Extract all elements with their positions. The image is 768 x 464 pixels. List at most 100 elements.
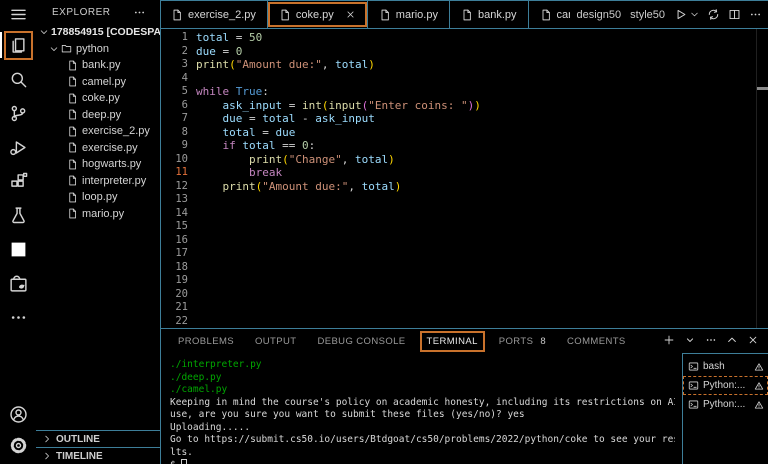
terminal-list-label: Python:...	[703, 399, 750, 410]
line-number: 9	[160, 139, 196, 153]
outline-section[interactable]: OUTLINE	[36, 430, 160, 447]
sidebar-header: EXPLORER	[36, 0, 160, 24]
terminal-line: lts.	[170, 447, 675, 460]
file-icon	[67, 93, 78, 104]
tree-folder-python[interactable]: python	[36, 41, 160, 58]
terminal-output[interactable]: ./interpreter.py./deep.py./camel.pyKeepi…	[170, 355, 675, 464]
run-dropdown-icon[interactable]	[690, 10, 699, 19]
editor-action-icons	[674, 8, 762, 21]
file-icon	[67, 76, 78, 87]
tab-bank-py[interactable]: bank.py	[450, 1, 529, 28]
code-line-10: 10 print("Change", total)	[160, 153, 768, 167]
activity-bar-item-extension-square[interactable]	[0, 232, 36, 266]
activity-bar-item-settings[interactable]	[0, 428, 36, 462]
activity-bar-item-testing[interactable]	[0, 198, 36, 232]
tree-file-bank-py[interactable]: bank.py	[36, 57, 160, 74]
code-line-16: 16	[160, 234, 768, 248]
timeline-section[interactable]: TIMELINE	[36, 447, 160, 464]
tab-coke-py[interactable]: coke.py	[268, 1, 368, 28]
tree-file-exercise_2-py[interactable]: exercise_2.py	[36, 123, 160, 140]
tab-label: bank.py	[478, 9, 517, 21]
tab-mario-py[interactable]: mario.py	[368, 1, 450, 28]
source-control-icon	[9, 104, 28, 123]
code-editor[interactable]: 1total = 502due = 03print("Amount due:",…	[160, 29, 768, 328]
activity-bar-item-extension-cs50[interactable]	[0, 266, 36, 300]
design50-button[interactable]: design50	[576, 9, 621, 21]
panel-tab-problems[interactable]: PROBLEMS	[178, 336, 234, 347]
tree-file-camel-py-label: camel.py	[82, 76, 126, 88]
style50-button[interactable]: style50	[630, 9, 665, 21]
tree-root[interactable]: 178854915 [CODESPAC...	[36, 24, 160, 41]
tab-exercise_2-py[interactable]: exercise_2.py	[160, 1, 268, 28]
explorer-sidebar: EXPLORER 178854915 [CODESPAC... python ban…	[36, 0, 160, 464]
tree-file-mario-py[interactable]: mario.py	[36, 206, 160, 223]
tree-folder-python-label: python	[76, 43, 109, 55]
line-number: 1	[160, 31, 196, 45]
line-number: 5	[160, 85, 196, 99]
activity-bar-item-source-control[interactable]	[0, 96, 36, 130]
tree-file-deep-py[interactable]: deep.py	[36, 107, 160, 124]
tree-file-camel-py[interactable]: camel.py	[36, 74, 160, 91]
line-number: 7	[160, 112, 196, 126]
activity-bar-item-search[interactable]	[0, 62, 36, 96]
run-icon[interactable]	[674, 8, 687, 21]
activity-bar-item-menu[interactable]	[0, 0, 36, 28]
activity-bar-item-more[interactable]	[0, 300, 36, 334]
panel-actions	[663, 334, 759, 346]
tree-file-exercise-py[interactable]: exercise.py	[36, 140, 160, 157]
more-icon	[9, 308, 28, 327]
maximize-panel-icon[interactable]	[726, 334, 738, 346]
tab-close-icon[interactable]	[345, 9, 356, 20]
activity-bar-item-extensions[interactable]	[0, 164, 36, 198]
activity-bar-item-explorer[interactable]	[0, 28, 36, 62]
tree-file-coke-py[interactable]: coke.py	[36, 90, 160, 107]
run-debug-icon	[9, 138, 28, 157]
close-panel-icon[interactable]	[747, 334, 759, 346]
terminal-dropdown-icon[interactable]	[684, 334, 696, 346]
account-icon	[9, 405, 28, 424]
split-editor-icon[interactable]	[728, 8, 741, 21]
line-number: 8	[160, 126, 196, 140]
activity-bar-item-run-debug[interactable]	[0, 130, 36, 164]
vscode-window: EXPLORER 178854915 [CODESPAC... python ban…	[0, 0, 768, 464]
line-number: 22	[160, 315, 196, 329]
tree-file-deep-py-label: deep.py	[82, 109, 121, 121]
new-terminal-icon[interactable]	[663, 334, 675, 346]
terminal-list-item-2[interactable]: Python:...	[683, 376, 768, 395]
line-number: 17	[160, 247, 196, 261]
line-number: 14	[160, 207, 196, 221]
warning-icon	[754, 362, 764, 372]
panel-tab-ports[interactable]: PORTS8	[499, 336, 546, 347]
panel-tab-output[interactable]: OUTPUT	[255, 336, 296, 347]
panel-tab-label: PORTS	[499, 336, 534, 347]
code-line-22: 22	[160, 315, 768, 329]
terminal-list-item-3[interactable]: Python:...	[683, 395, 768, 414]
activity-bar-item-account[interactable]	[0, 400, 36, 428]
sidebar-editor-divider[interactable]	[160, 0, 161, 464]
terminal-icon	[688, 380, 699, 391]
tree-file-loop-py-label: loop.py	[82, 191, 117, 203]
tree-file-hogwarts-py[interactable]: hogwarts.py	[36, 156, 160, 173]
tree-file-loop-py[interactable]: loop.py	[36, 189, 160, 206]
more-actions-icon[interactable]	[749, 8, 762, 21]
more-actions-icon[interactable]	[705, 334, 717, 346]
folder-icon	[61, 43, 72, 54]
panel-tab-debug-console[interactable]: DEBUG CONSOLE	[317, 336, 405, 347]
tree-file-interpreter-py[interactable]: interpreter.py	[36, 173, 160, 190]
terminal-line: Uploading.....	[170, 422, 675, 435]
code-text: total = due	[196, 126, 295, 140]
terminal-list-item-1[interactable]: bash	[683, 357, 768, 376]
tree-file-exercise_2-py-label: exercise_2.py	[82, 125, 150, 137]
chevron-down-icon	[39, 27, 49, 37]
editor-scrollbar-thumb[interactable]	[757, 87, 768, 90]
panel-tab-comments[interactable]: COMMENTS	[567, 336, 626, 347]
explorer-more-actions-icon[interactable]	[133, 6, 146, 19]
editor-group: exercise_2.pycoke.pymario.pybank.pycamel…	[160, 0, 768, 328]
sync-icon[interactable]	[707, 8, 720, 21]
editor-scrollbar[interactable]	[756, 29, 757, 328]
code-line-12: 12 print("Amount due:", total)	[160, 180, 768, 194]
code-line-14: 14	[160, 207, 768, 221]
code-text: total = 50	[196, 31, 262, 45]
terminal-line: Keeping in mind the course's policy on a…	[170, 397, 675, 410]
panel-tab-terminal[interactable]: TERMINAL	[427, 336, 478, 347]
